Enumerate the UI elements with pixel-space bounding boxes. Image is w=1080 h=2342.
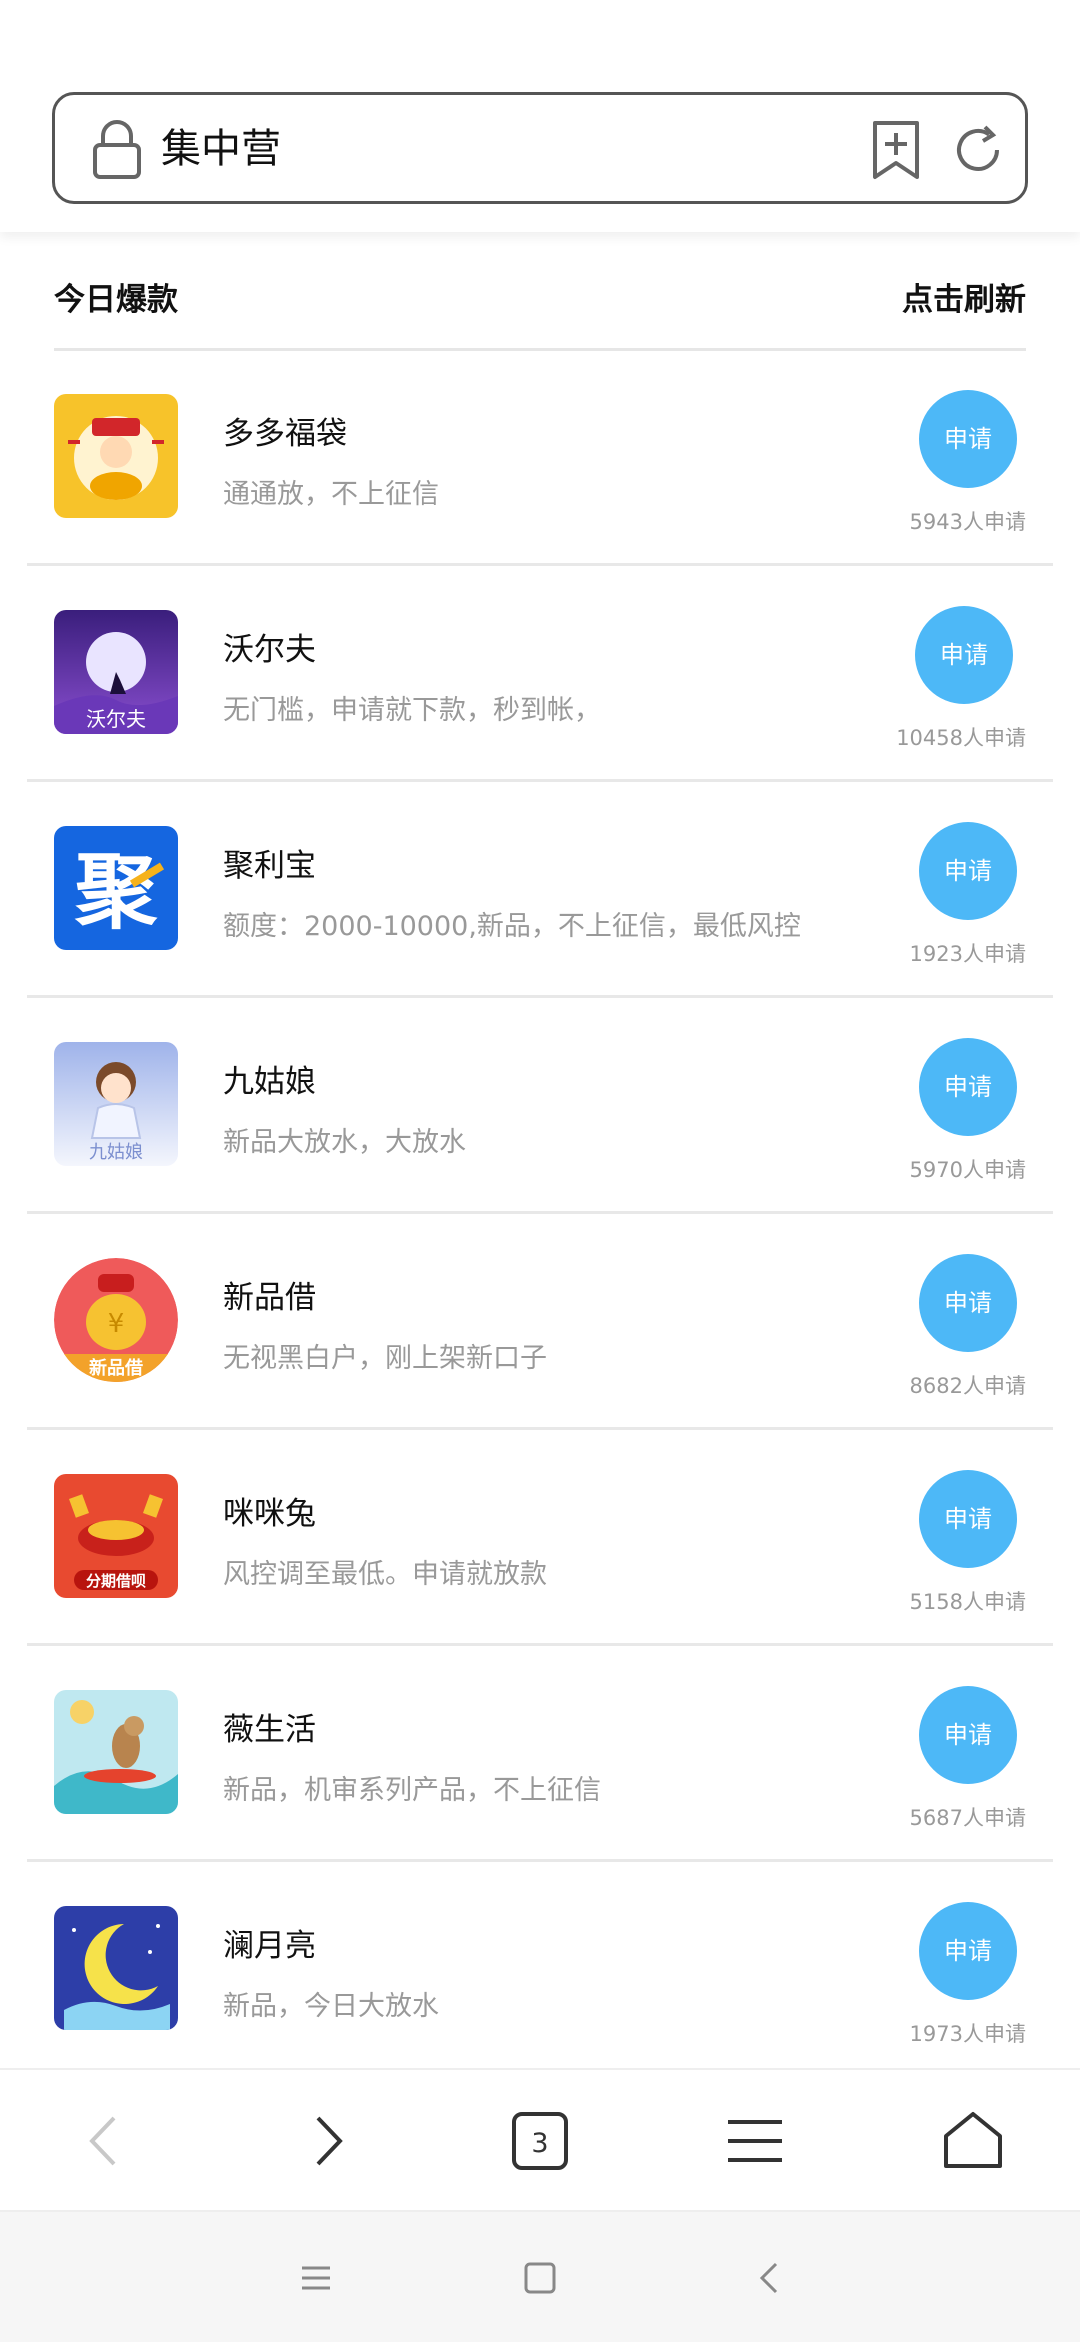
reload-icon[interactable]: [945, 117, 1011, 183]
apply-button[interactable]: 申请: [915, 606, 1013, 704]
list-item[interactable]: 多多福袋 通通放，不上征信 申请 5943人申请: [27, 350, 1053, 566]
red-envelope-logo: 分期借呗: [54, 1474, 178, 1598]
moon-logo: [54, 1906, 178, 2030]
applicant-count: 1923人申请: [909, 942, 1026, 966]
browser-header: 集中营: [0, 0, 1080, 232]
product-description: 风控调至最低。申请就放款: [223, 1559, 547, 1590]
product-name: 薇生活: [223, 1712, 316, 1748]
list-item[interactable]: ¥ 新品借 新品借 无视黑白户，刚上架新口子 申请 8682人申请: [27, 1214, 1053, 1430]
list-item[interactable]: 聚 聚利宝 额度：2000-10000,新品，不上征信，最低风控 申请 1923…: [27, 782, 1053, 998]
surfing-dog-logo: [54, 1690, 178, 1814]
product-name: 聚利宝: [223, 848, 316, 884]
product-name: 沃尔夫: [223, 632, 316, 668]
section-header: 今日爆款 点击刷新: [54, 262, 1026, 351]
wolf-moon-logo: 沃尔夫: [54, 610, 178, 734]
product-list: 多多福袋 通通放，不上征信 申请 5943人申请 沃尔夫 沃尔夫 无门槛，申请就…: [0, 350, 1080, 2078]
product-description: 无视黑白户，刚上架新口子: [223, 1343, 547, 1374]
forward-icon[interactable]: [292, 2106, 362, 2176]
recent-apps-icon[interactable]: [298, 2260, 334, 2296]
logo-text: 新品借: [89, 1357, 143, 1379]
logo-text: 沃尔夫: [86, 707, 146, 731]
browser-toolbar: 3: [0, 2068, 1080, 2212]
apply-button[interactable]: 申请: [919, 390, 1017, 488]
logo-text: 分期借呗: [86, 1572, 146, 1590]
list-item[interactable]: 九姑娘 九姑娘 新品大放水，大放水 申请 5970人申请: [27, 998, 1053, 1214]
list-item[interactable]: 沃尔夫 沃尔夫 无门槛，申请就下款，秒到帐， 申请 10458人申请: [27, 566, 1053, 782]
product-description: 新品，机审系列产品，不上征信: [223, 1775, 601, 1806]
back-icon[interactable]: [70, 2106, 140, 2176]
lock-icon: [93, 120, 141, 179]
applicant-count: 8682人申请: [909, 1374, 1026, 1398]
tab-count: 3: [531, 2128, 548, 2159]
list-item[interactable]: 澜月亮 新品，今日大放水 申请 1973人申请: [27, 1862, 1053, 2078]
apply-button[interactable]: 申请: [919, 1038, 1017, 1136]
product-name: 新品借: [223, 1280, 316, 1316]
system-back-icon[interactable]: [752, 2260, 788, 2296]
svg-text:¥: ¥: [108, 1309, 125, 1339]
product-description: 无门槛，申请就下款，秒到帐，: [223, 695, 601, 726]
apply-button[interactable]: 申请: [919, 1902, 1017, 2000]
list-item[interactable]: 分期借呗 咪咪兔 风控调至最低。申请就放款 申请 5158人申请: [27, 1430, 1053, 1646]
girl-logo: 九姑娘: [54, 1042, 178, 1166]
applicant-count: 5970人申请: [909, 1158, 1026, 1182]
apply-button[interactable]: 申请: [919, 1254, 1017, 1352]
home-icon[interactable]: [938, 2106, 1008, 2176]
applicant-count: 1973人申请: [909, 2022, 1026, 2046]
money-bag-logo: ¥ 新品借: [54, 1258, 178, 1382]
fortune-god-logo: [54, 394, 178, 518]
section-title: 今日爆款: [54, 282, 178, 318]
applicant-count: 5943人申请: [909, 510, 1026, 534]
product-description: 通通放，不上征信: [223, 479, 439, 510]
page-title[interactable]: 集中营: [161, 119, 281, 179]
tabs-icon[interactable]: 3: [505, 2106, 575, 2176]
applicant-count: 10458人申请: [896, 726, 1026, 750]
apply-button[interactable]: 申请: [919, 1686, 1017, 1784]
product-description: 新品大放水，大放水: [223, 1127, 466, 1158]
system-navigation-bar: [0, 2210, 1080, 2342]
apply-button[interactable]: 申请: [919, 822, 1017, 920]
menu-icon[interactable]: [720, 2106, 790, 2176]
ju-character-logo: 聚: [54, 826, 178, 950]
product-description: 额度：2000-10000,新品，不上征信，最低风控: [223, 911, 801, 942]
logo-text: 九姑娘: [89, 1142, 143, 1163]
product-name: 九姑娘: [223, 1064, 316, 1100]
refresh-link[interactable]: 点击刷新: [902, 274, 1026, 319]
apply-button[interactable]: 申请: [919, 1470, 1017, 1568]
list-item[interactable]: 薇生活 新品，机审系列产品，不上征信 申请 5687人申请: [27, 1646, 1053, 1862]
product-description: 新品，今日大放水: [223, 1991, 439, 2022]
system-home-icon[interactable]: [522, 2260, 558, 2296]
logo-text: 聚: [74, 845, 158, 940]
address-bar[interactable]: 集中营: [52, 92, 1028, 204]
product-name: 澜月亮: [223, 1928, 316, 1964]
product-name: 咪咪兔: [223, 1496, 316, 1532]
applicant-count: 5158人申请: [909, 1590, 1026, 1614]
add-bookmark-icon[interactable]: [865, 117, 927, 183]
product-name: 多多福袋: [223, 416, 347, 452]
applicant-count: 5687人申请: [909, 1806, 1026, 1830]
